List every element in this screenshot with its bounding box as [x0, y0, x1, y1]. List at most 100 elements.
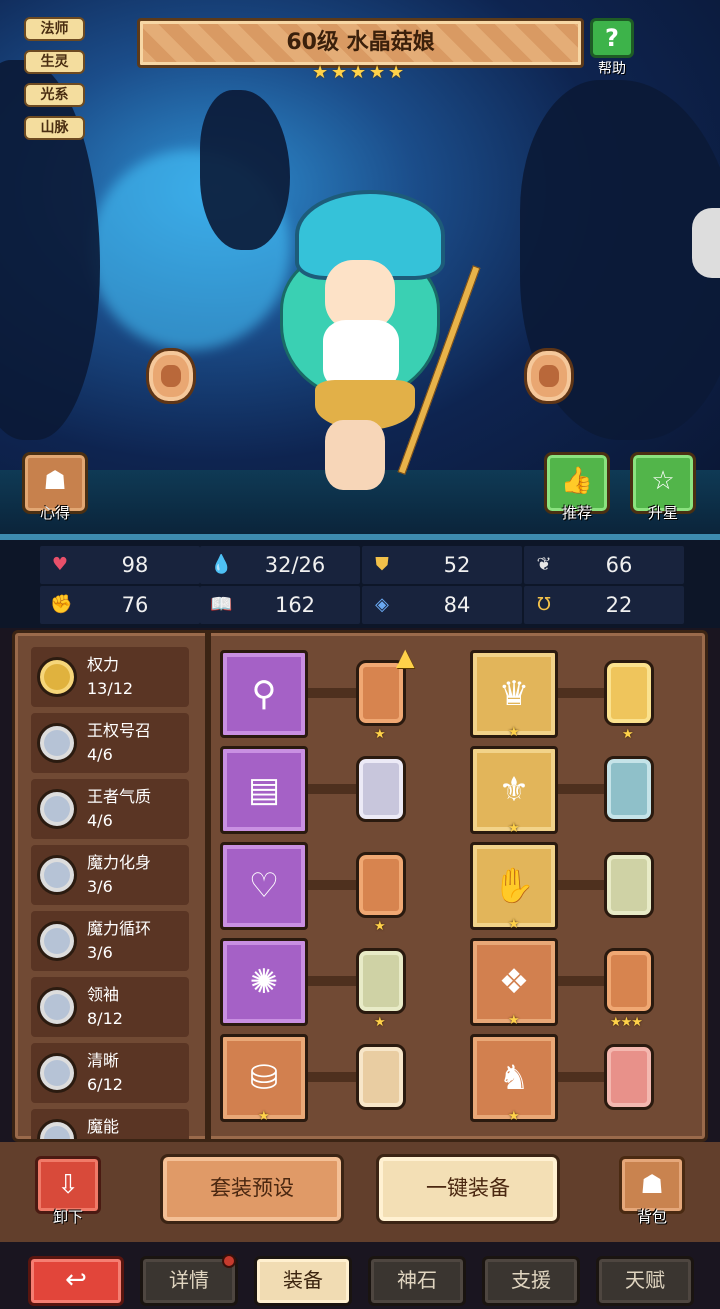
- silver-medal-icon: [37, 921, 77, 961]
- gem-slot[interactable]: [604, 1044, 654, 1110]
- slot-connector: [558, 976, 604, 986]
- stats-grid: ♥ 98 💧 32/26 ⛊ 52 ❦ 66 ✊ 76 📖 162 ◈ 84 Ʊ…: [0, 540, 720, 628]
- scepter-icon: ⚲: [251, 674, 277, 714]
- action-bar: ⇩ 卸下 套装预设 一键装备 ☗ 背包: [0, 1142, 720, 1242]
- rune-coin-left[interactable]: [146, 348, 196, 404]
- perk-list[interactable]: 权力 13/12 王权号召 4/6 王者气质 4/6 魔力化身 3/6 魔力循环…: [25, 643, 203, 1139]
- star-up-label: 升星: [647, 504, 678, 522]
- slot-stars: ★: [508, 821, 520, 836]
- stat-speed: ❦ 66: [524, 546, 684, 584]
- perk-name: 领袖: [87, 985, 120, 1004]
- star-icon: ★: [350, 62, 367, 83]
- perk-item[interactable]: 魔能: [31, 1109, 189, 1139]
- slot-stars: ★: [258, 1109, 270, 1124]
- gem-stars: ★: [622, 727, 634, 742]
- belt-icon: ❖: [498, 962, 530, 1002]
- necklace-icon: ♡: [248, 866, 280, 906]
- gauntlet-icon: ✋: [492, 866, 536, 906]
- perk-name: 清晰: [87, 1051, 120, 1070]
- tab-equipment[interactable]: 装备: [254, 1256, 352, 1306]
- stat-value: 52: [443, 553, 471, 577]
- rune-coin-right[interactable]: [524, 348, 574, 404]
- shoes-icon: ♞: [498, 1058, 530, 1098]
- bag-button[interactable]: ☗ 背包: [616, 1156, 688, 1232]
- bag-label: 背包: [636, 1208, 667, 1226]
- stat-value: 84: [443, 593, 471, 617]
- gem-slot[interactable]: [604, 660, 654, 726]
- silver-medal-icon: [37, 855, 77, 895]
- character-icon: ☗: [43, 466, 67, 496]
- help-button[interactable]: ? 帮助: [588, 18, 636, 77]
- magnet-icon: Ʊ: [537, 594, 551, 615]
- star-icon: ★: [312, 62, 329, 83]
- gem-slot[interactable]: [604, 756, 654, 822]
- tag-terrain: 山脉: [24, 116, 85, 140]
- stat-value: 22: [605, 593, 633, 617]
- perk-count: 4/6: [87, 811, 113, 830]
- tab-godstone[interactable]: 神石: [368, 1256, 466, 1306]
- unload-label: 卸下: [52, 1208, 83, 1226]
- slot-connector: [308, 976, 356, 986]
- recommend-button[interactable]: 👍 推荐: [542, 452, 612, 532]
- perk-item[interactable]: 领袖 8/12: [31, 977, 189, 1037]
- tome-icon: ▤: [247, 770, 281, 810]
- star-up-button[interactable]: ☆ 升星: [628, 452, 698, 532]
- perk-item[interactable]: 魔力化身 3/6: [31, 845, 189, 905]
- perk-item[interactable]: 权力 13/12: [31, 647, 189, 707]
- slot-connector: [308, 784, 356, 794]
- gem-slot[interactable]: [604, 948, 654, 1014]
- insight-button[interactable]: ☗ 心得: [20, 452, 90, 532]
- perk-name: 魔力循环: [87, 919, 152, 938]
- bottom-tab-bar: ↩ 详情 装备 神石 支援 天赋: [0, 1242, 720, 1309]
- slot-stars: ★: [508, 1013, 520, 1028]
- silver-medal-icon: [37, 1053, 77, 1093]
- fist-icon: ✊: [50, 594, 73, 615]
- star-icon: ★: [388, 62, 405, 83]
- stat-value: 76: [121, 593, 149, 617]
- equip-slot-necklace[interactable]: ♡: [220, 842, 308, 930]
- gem-slot[interactable]: [356, 1044, 406, 1110]
- spellbook-icon: 📖: [210, 594, 233, 615]
- silver-medal-icon: [37, 987, 77, 1027]
- help-label: 帮助: [598, 61, 626, 77]
- star-icon: ★: [369, 62, 386, 83]
- gem-slot[interactable]: [604, 852, 654, 918]
- equip-slot-weapon[interactable]: ⚲: [220, 650, 308, 738]
- stat-magic-defense: ◈ 84: [362, 586, 522, 624]
- perk-item[interactable]: 清晰 6/12: [31, 1043, 189, 1103]
- equip-slot-tome[interactable]: ▤: [220, 746, 308, 834]
- perk-item[interactable]: 魔力循环 3/6: [31, 911, 189, 971]
- gem-stars: ★: [374, 727, 386, 742]
- wing-icon: ❦: [536, 554, 552, 575]
- heart-icon: ♥: [51, 554, 69, 575]
- perk-name: 王者气质: [87, 787, 152, 806]
- perk-item[interactable]: 王权号召 4/6: [31, 713, 189, 773]
- gem-stars: ★: [374, 919, 386, 934]
- stat-mana: 💧 32/26: [200, 546, 360, 584]
- perk-count: 3/6: [87, 877, 113, 896]
- equip-all-button[interactable]: 一键装备: [376, 1154, 560, 1224]
- side-panel-peek[interactable]: [692, 208, 720, 278]
- tab-support[interactable]: 支援: [482, 1256, 580, 1306]
- slot-connector: [308, 1072, 356, 1082]
- gem-slot[interactable]: [356, 948, 406, 1014]
- gem-stars: ★★★: [610, 1015, 643, 1030]
- equip-slot-amulet[interactable]: ✺: [220, 938, 308, 1026]
- tag-race: 生灵: [24, 50, 85, 74]
- back-button[interactable]: ↩: [28, 1256, 124, 1306]
- unload-button[interactable]: ⇩ 卸下: [32, 1156, 104, 1232]
- set-preset-button[interactable]: 套装预设: [160, 1154, 344, 1224]
- hero-star-rating: ★ ★ ★ ★ ★: [312, 64, 408, 86]
- perk-name: 王权号召: [87, 721, 152, 740]
- gem-slot[interactable]: [356, 756, 406, 822]
- crown-icon: ♛: [498, 674, 530, 714]
- insight-label: 心得: [39, 504, 70, 522]
- slot-connector: [558, 688, 604, 698]
- perk-item[interactable]: 王者气质 4/6: [31, 779, 189, 839]
- gem-slot[interactable]: [356, 852, 406, 918]
- stat-value: 32/26: [264, 553, 326, 577]
- slot-connector: [558, 1072, 604, 1082]
- tab-talent[interactable]: 天赋: [596, 1256, 694, 1306]
- stat-value: 98: [121, 553, 149, 577]
- hero-scene: 法师 生灵 光系 山脉 60级 水晶菇娘 ★ ★ ★ ★ ★ ? 帮助 ☗ 心得…: [0, 0, 720, 540]
